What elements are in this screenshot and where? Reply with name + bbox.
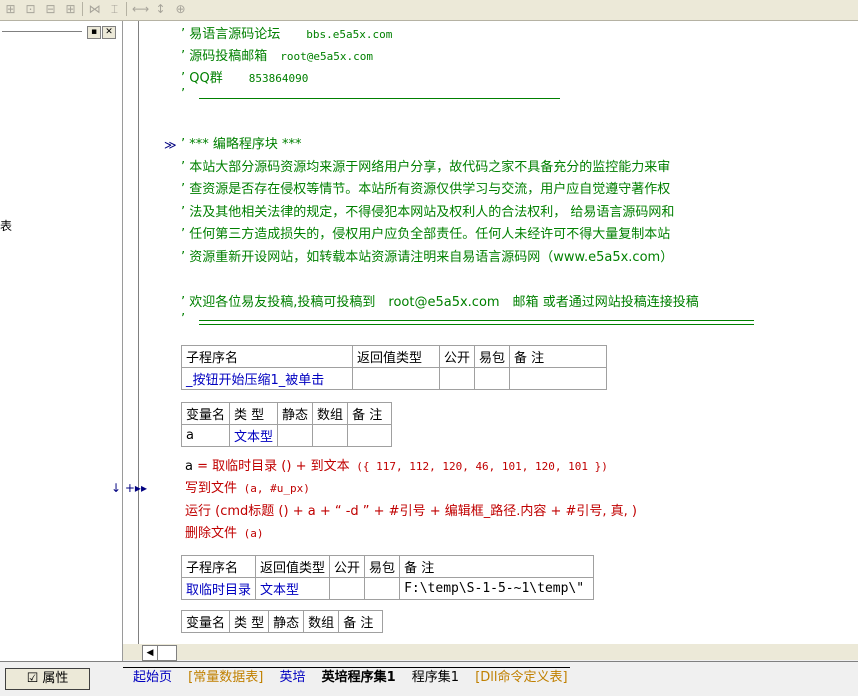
tab-module1[interactable]: 程序集1 [400,668,461,688]
divider [199,98,560,99]
header-cell: 类 型 [229,402,279,425]
comment-line: ’ [181,312,186,327]
horizontal-scrollbar[interactable]: ◀ [123,644,858,661]
scroll-thumb[interactable] [157,645,177,661]
header-cell: 返回值类型 [352,345,440,368]
comment-line: ’ QQ群 853864090 [181,71,309,86]
properties-button[interactable]: ☑ 属性 [5,668,90,690]
header-cell: 类 型 [229,610,270,633]
comment-line: ’ 易语言源码论坛 bbs.e5a5x.com [181,27,393,42]
minimize-icon[interactable]: ▪ [87,26,101,39]
tab-yingpei[interactable]: 英培 [267,668,307,688]
subroutine-table: 子程序名 返回值类型 公开 易包 备 注 取临时目录 文本型 F:\temp\S… [180,555,595,600]
return-type[interactable]: 文本型 [255,577,331,600]
align-right-icon[interactable]: ⊟ [42,1,59,17]
properties-icon: ☑ [26,671,39,686]
same-height-icon[interactable]: ↕ [152,1,169,17]
variable-type[interactable]: 文本型 [229,424,279,447]
comment-line: ’ 源码投稿邮箱 root@e5a5x.com [181,49,374,64]
align-top-icon[interactable]: ⊞ [62,1,79,17]
comment-line: ’ [181,87,186,102]
breakpoint-marker-icon[interactable]: ↓ +▸▸ [111,481,147,495]
variable-name[interactable]: a [180,424,231,447]
header-cell: 变量名 [180,610,231,633]
scroll-left-icon[interactable]: ◀ [142,645,158,661]
disclaimer-line: ’ 任何第三方造成损失的，侵权用户应负全部责任。任何人未经许可不得大量复制本站 [181,227,671,242]
header-cell: 备 注 [347,402,393,425]
header-cell: 数组 [312,402,349,425]
header-cell: 数组 [303,610,340,633]
header-cell: 公开 [438,345,476,368]
header-cell: 静态 [268,610,305,633]
align-center-icon[interactable]: ⊡ [22,1,39,17]
same-width-icon[interactable]: ⟷ [132,1,149,17]
current-line-marker-icon: ≫ [164,138,177,152]
header-cell: 易包 [474,345,511,368]
code-line[interactable]: 删除文件 (a) [185,526,264,542]
code-editor[interactable]: ’ 易语言源码论坛 bbs.e5a5x.com ’ 源码投稿邮箱 root@e5… [111,21,858,644]
code-line[interactable]: a = 取临时目录 () + 到文本 ({ 117, 112, 120, 46,… [185,459,608,475]
disclaimer-line: ’ 资源重新开设网站，如转载本站资源请注明来自易语言源码网（www.e5a5x.… [181,250,674,265]
bottom-bar: ☑ 属性 起始页 [常量数据表] 英培 英培程序集1 程序集1 [Dll命令定义… [0,661,858,696]
divider [199,324,754,325]
same-size-icon[interactable]: ⊕ [172,1,189,17]
disclaimer-line: ’ 查资源是否存在侵权等情节。本站所有资源仅供学习与交流，用户应自觉遵守著作权 [181,182,671,197]
space-horizontal-icon[interactable]: ⋈ [86,1,103,17]
tab-constants[interactable]: [常量数据表] [176,668,265,688]
space-vertical-icon[interactable]: ⌶ [106,1,123,17]
subroutine-note[interactable]: F:\temp\S-1-5-~1\temp\" [399,577,595,600]
block-title: ’ *** 编略程序块 *** [181,137,302,152]
left-panel: ▪ ✕ 表 [0,21,123,661]
tab-dll-commands[interactable]: [Dll命令定义表] [463,668,569,688]
align-left-icon[interactable]: ⊞ [2,1,19,17]
contribute-line: ’ 欢迎各位易友投稿,投稿可投稿到 root@e5a5x.com 邮箱 或者通过… [181,295,699,310]
header-cell: 返回值类型 [255,555,331,578]
subroutine-name[interactable]: 取临时目录 [180,577,257,600]
tab-strip: 起始页 [常量数据表] 英培 英培程序集1 程序集1 [Dll命令定义表] [123,667,570,690]
panel-clipped-text: 表 [0,219,13,233]
header-cell: 静态 [277,402,314,425]
variable-table: 变量名 类 型 静态 数组 备 注 [180,610,384,633]
header-cell: 公开 [329,555,366,578]
header-cell: 子程序名 [180,555,257,578]
header-cell: 易包 [364,555,401,578]
disclaimer-line: ’ 法及其他相关法律的规定，不得侵犯本网站及权利人的合法权利， 给易语言源码网和 [181,205,675,220]
divider [199,320,754,321]
header-cell: 子程序名 [181,345,353,368]
header-cell: 备 注 [338,610,384,633]
tab-start-page[interactable]: 起始页 [121,668,174,688]
code-line[interactable]: 写到文件 (a, #u_px) [185,481,310,497]
panel-titlebar: ▪ ✕ [0,25,122,39]
header-cell: 备 注 [509,345,608,368]
disclaimer-line: ’ 本站大部分源码资源均来源于网络用户分享，故代码之家不具备充分的监控能力来审 [181,160,671,175]
toolbar: ⊞ ⊡ ⊟ ⊞ ⋈ ⌶ ⟷ ↕ ⊕ [0,0,858,21]
subroutine-name[interactable]: _按钮开始压缩1_被单击 [181,367,353,390]
code-line[interactable]: 运行 (cmd标题 () + a + “ -d ” + #引号 + 编辑框_路径… [185,504,637,520]
subroutine-table: 子程序名 返回值类型 公开 易包 备 注 _按钮开始压缩1_被单击 [181,345,608,390]
variable-table: 变量名 类 型 静态 数组 备 注 a 文本型 [180,402,393,447]
close-icon[interactable]: ✕ [102,26,116,39]
header-cell: 变量名 [180,402,231,425]
tab-yingpei-module1[interactable]: 英培程序集1 [310,668,398,688]
header-cell: 备 注 [399,555,595,578]
